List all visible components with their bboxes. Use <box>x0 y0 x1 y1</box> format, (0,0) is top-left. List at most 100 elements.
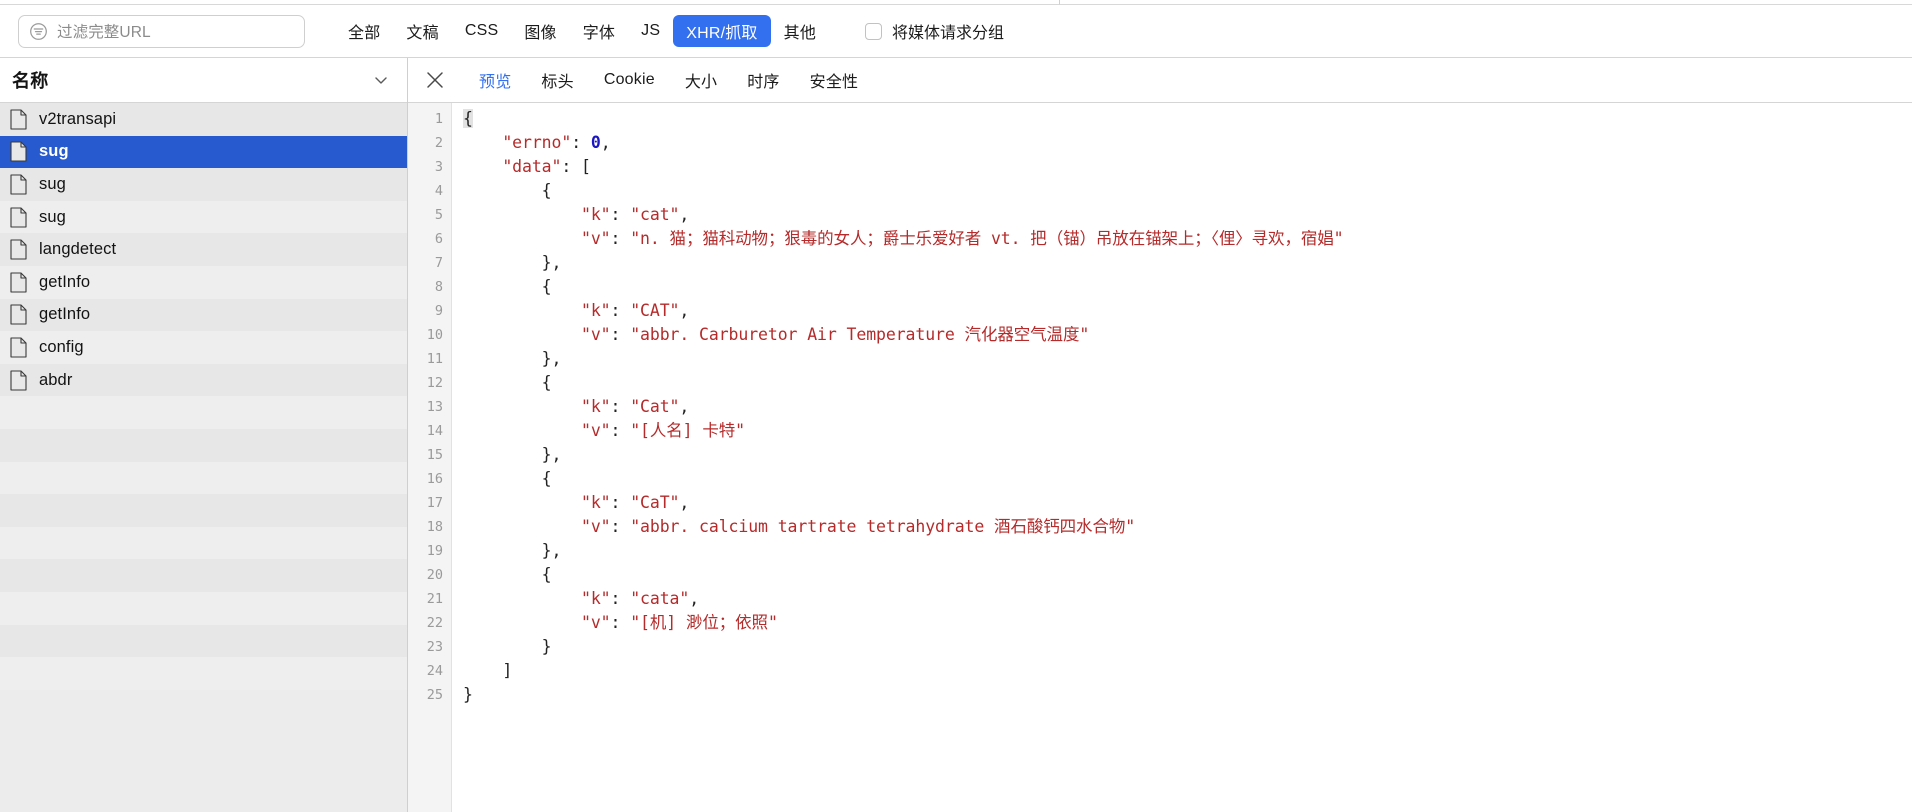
code-line: { <box>541 277 552 296</box>
line-number: 19 <box>426 543 443 559</box>
request-row[interactable]: abdr <box>0 363 407 397</box>
line-number: 1 <box>434 111 443 127</box>
request-row-label: config <box>39 337 84 356</box>
line-number: 22 <box>426 615 443 631</box>
code-line: { <box>463 109 473 128</box>
line-number: 14 <box>426 423 443 439</box>
line-number: 9 <box>434 303 443 319</box>
url-filter-placeholder: 过滤完整URL <box>57 24 151 41</box>
line-number: 23 <box>426 639 443 655</box>
document-icon <box>10 304 27 325</box>
request-row-empty <box>0 396 407 429</box>
code-line: "k": "CAT", <box>581 301 690 320</box>
type-filter-js[interactable]: JS <box>628 18 673 44</box>
request-row[interactable]: getInfo <box>0 265 407 299</box>
type-filter-css[interactable]: CSS <box>452 18 512 44</box>
type-filter-document[interactable]: 文稿 <box>393 15 451 47</box>
url-filter-field[interactable]: 过滤完整URL <box>18 14 305 48</box>
code-line: { <box>541 469 552 488</box>
document-icon <box>10 207 27 228</box>
json-code-lines[interactable]: { "errno": 0, "data": [ { "k": "cat", "v… <box>452 103 1912 812</box>
code-line: "v": "abbr. Carburetor Air Temperature 汽… <box>581 325 1090 344</box>
request-row[interactable]: sug <box>0 200 407 234</box>
type-filter-font[interactable]: 字体 <box>570 15 628 47</box>
document-icon <box>10 272 27 293</box>
document-icon <box>10 337 27 358</box>
request-row[interactable]: getInfo <box>0 298 407 332</box>
request-row[interactable]: config <box>0 331 407 364</box>
request-row-label: abdr <box>39 370 73 389</box>
line-number: 18 <box>426 519 443 535</box>
detail-tab-bar: 预览 标头 Cookie 大小 时序 安全性 <box>408 58 1912 103</box>
line-number: 6 <box>434 231 443 247</box>
document-icon <box>10 369 27 391</box>
code-line: "data": [ <box>502 157 591 176</box>
code-line: } <box>463 685 473 704</box>
document-icon <box>10 141 27 162</box>
code-line: "v": "[人名] 卡特" <box>581 421 745 440</box>
group-media-requests-control[interactable]: 将媒体请求分组 <box>865 19 1004 43</box>
request-list[interactable]: v2transapi sug sug sug langdetect getInf… <box>0 103 407 812</box>
code-line: "k": "Cat", <box>581 397 690 416</box>
code-line: "v": "[机] 渺位；依照" <box>581 613 778 632</box>
tab-preview[interactable]: 预览 <box>464 64 526 96</box>
code-line: "k": "cat", <box>581 205 690 224</box>
line-number: 21 <box>426 591 443 607</box>
line-number: 16 <box>426 471 443 487</box>
request-row-label: getInfo <box>39 272 91 291</box>
close-icon[interactable] <box>420 65 450 95</box>
type-filter-all[interactable]: 全部 <box>335 15 393 47</box>
request-list-sidebar: 名称 v2transapi sug sug sug langdetect get… <box>0 58 408 812</box>
code-line: "k": "CaT", <box>581 493 690 512</box>
group-media-label: 将媒体请求分组 <box>892 25 1005 42</box>
devtools-network-panel: 过滤完整URL 全部 文稿 CSS 图像 字体 JS XHR/抓取 其他 将媒体… <box>0 0 1912 812</box>
tab-timing[interactable]: 时序 <box>732 64 794 96</box>
document-icon <box>10 109 27 130</box>
document-icon <box>10 239 27 260</box>
request-detail-pane: 预览 标头 Cookie 大小 时序 安全性 1 2 3 4 5 6 7 8 9 10 11 12 13… <box>408 58 1912 812</box>
request-list-header: 名称 <box>0 58 407 103</box>
line-number: 4 <box>434 183 443 199</box>
tab-security[interactable]: 安全性 <box>795 64 874 96</box>
request-row[interactable]: v2transapi <box>0 103 407 136</box>
code-line: }, <box>541 541 562 560</box>
line-number: 3 <box>434 159 443 175</box>
line-number: 17 <box>426 495 443 511</box>
code-line: }, <box>541 253 562 272</box>
type-filter-other[interactable]: 其他 <box>771 15 829 47</box>
line-number: 7 <box>434 255 443 271</box>
request-row-empty <box>0 494 407 527</box>
request-row[interactable]: sug <box>0 135 407 169</box>
line-number: 5 <box>434 207 443 223</box>
line-number-gutter: 1 2 3 4 5 6 7 8 9 10 11 12 13 14 15 16 17 18 19 20 21 22 23 24 2… <box>408 103 452 812</box>
request-row-empty <box>0 591 407 625</box>
request-row[interactable]: sug <box>0 168 407 201</box>
line-number: 20 <box>426 567 443 583</box>
tab-headers[interactable]: 标头 <box>526 64 588 96</box>
type-filter-image[interactable]: 图像 <box>511 15 569 47</box>
group-media-checkbox[interactable] <box>865 22 883 40</box>
request-row-empty <box>0 461 407 495</box>
code-line: { <box>541 373 552 392</box>
line-number: 2 <box>434 135 443 151</box>
json-preview-viewer[interactable]: 1 2 3 4 5 6 7 8 9 10 11 12 13 14 15 16 17 18 19 20 21 22 23 24 2… <box>408 103 1912 812</box>
chevron-down-icon[interactable] <box>371 70 395 90</box>
line-number: 25 <box>426 687 443 703</box>
request-row-empty <box>0 624 407 658</box>
request-row-empty <box>0 428 407 462</box>
code-line: { <box>541 565 552 584</box>
request-row-label: getInfo <box>39 305 91 324</box>
request-row-empty <box>0 526 407 560</box>
request-row-label: sug <box>39 207 66 226</box>
tab-size[interactable]: 大小 <box>670 64 732 96</box>
tab-cookie[interactable]: Cookie <box>589 67 670 93</box>
request-row[interactable]: langdetect <box>0 233 407 266</box>
filter-icon <box>29 22 48 41</box>
type-filter-xhr[interactable]: XHR/抓取 <box>673 15 771 47</box>
code-line: "v": "abbr. calcium tartrate tetrahydrat… <box>581 517 1136 536</box>
column-header-name: 名称 <box>12 71 49 91</box>
line-number: 8 <box>434 279 443 295</box>
request-row-label: langdetect <box>39 240 117 259</box>
code-line: ] <box>502 661 513 680</box>
line-number: 11 <box>426 351 443 367</box>
